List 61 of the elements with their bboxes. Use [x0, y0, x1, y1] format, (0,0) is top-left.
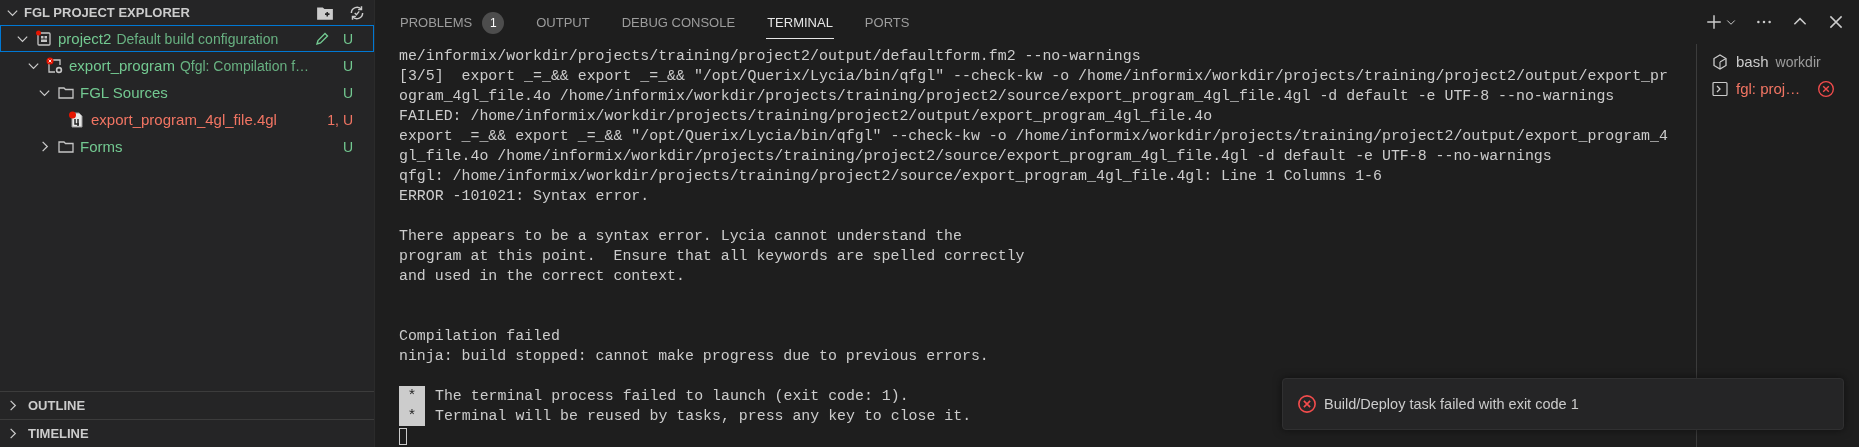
- terminal-item[interactable]: fgl: proj…: [1711, 75, 1859, 102]
- tree-item[interactable]: FGL Sources U: [0, 79, 374, 106]
- notification-message: Build/Deploy task failed with exit code 1: [1324, 396, 1579, 412]
- section-header[interactable]: TIMELINE: [0, 419, 374, 447]
- terminal-item[interactable]: bash workdir: [1711, 48, 1859, 75]
- terminal-icon: [1711, 79, 1729, 98]
- terminal-name: fgl: proj…: [1736, 80, 1801, 97]
- status-decoration: U: [342, 138, 353, 155]
- panel-tab[interactable]: PROBLEMS 1: [399, 1, 506, 43]
- gear-file-error-icon: [46, 56, 64, 75]
- explorer-title: FGL PROJECT EXPLORER: [24, 5, 190, 20]
- item-label: FGL Sources: [80, 84, 168, 101]
- tree-item[interactable]: export_program_4gl_file.4gl 1, U: [0, 106, 374, 133]
- terminal-line: ogram_4gl_file.4o /home/informix/workdir/projects/training/project2/source/export_program_4gl_file.4gl -d default -e UTF-8 --no-warnings: [399, 87, 1615, 106]
- pencil-icon[interactable]: [313, 30, 330, 47]
- terminal-line: program at this point. Ensure that all keywords are spelled correctly: [399, 247, 1025, 266]
- terminal-line: export _=_&& export _=_&& "/opt/Querix/Lycia/bin/qfgl" --check-kw -o /home/informix/workdir/projects/training/project2/output/export_program_4: [399, 127, 1668, 146]
- cube-icon: [1711, 52, 1729, 71]
- terminal-line: ninja: build stopped: cannot make progress due to previous errors.: [399, 347, 989, 366]
- chip-error-icon: [35, 29, 53, 48]
- panel-tab[interactable]: OUTPUT: [535, 5, 591, 39]
- item-description: Qfgl: Compilation f…: [179, 57, 310, 74]
- terminal-name: bash: [1736, 53, 1769, 70]
- terminal-line: gl_file.4o /home/informix/workdir/projects/training/project2/source/export_program_4gl_file.4gl -d default -e UTF-8 --no-warnings: [399, 147, 1552, 166]
- error-icon: [1297, 394, 1317, 414]
- item-label: export_program_4gl_file.4gl: [91, 111, 277, 128]
- cursor: [399, 427, 407, 445]
- terminal-line: me/informix/workdir/projects/training/project2/output/defaultform.fm2 --no-warnings: [399, 47, 1141, 66]
- tree-item[interactable]: export_program Qfgl: Compilation f… U: [0, 52, 374, 79]
- item-label: Forms: [80, 138, 123, 155]
- terminal-line: Terminal will be reused by tasks, press any key to close it.: [435, 407, 972, 426]
- panel-tab[interactable]: PORTS: [863, 5, 911, 39]
- tree-item[interactable]: project2 Default build configuration U: [0, 25, 374, 52]
- status-decoration: U: [342, 84, 353, 101]
- item-description: Default build configuration: [116, 30, 279, 47]
- terminal-line: ERROR -101021: Syntax error.: [399, 187, 650, 206]
- status-decoration: U: [342, 57, 353, 74]
- terminal-line: The terminal process failed to launch (exit code: 1).: [435, 387, 909, 406]
- terminal-line: qfgl: /home/informix/workdir/projects/training/project2/source/export_program_4gl_file.4gl: Line 1 Columns 1-6: [399, 167, 1382, 186]
- item-label: export_program: [69, 57, 175, 74]
- terminal-line: and used in the correct context.: [399, 267, 685, 286]
- marker-block: *: [399, 406, 425, 426]
- marker-block: *: [399, 386, 425, 406]
- plus-icon[interactable]: [1705, 13, 1723, 31]
- item-label: project2: [58, 30, 112, 47]
- terminal-line: FAILED: /home/informix/workdir/projects/training/project2/output/export_program_4gl_file.4o: [399, 107, 1213, 126]
- tree-item[interactable]: Forms U: [0, 133, 374, 160]
- close-icon[interactable]: [1827, 13, 1845, 31]
- count-badge: 1: [482, 11, 505, 34]
- terminal-line: Compilation failed: [399, 327, 560, 346]
- refresh-icon[interactable]: [348, 3, 366, 22]
- terminal-line: [3/5] export _=_&& export _=_&& "/opt/Querix/Lycia/bin/qfgl" --check-kw -o /home/informix/workdir/projects/training/project2/output/export_pr: [399, 67, 1668, 86]
- section-header[interactable]: OUTLINE: [0, 391, 374, 419]
- status-decoration: 1, U: [327, 111, 353, 128]
- panel-tab[interactable]: DEBUG CONSOLE: [620, 5, 737, 39]
- terminal-line: There appears to be a syntax error. Lycia cannot understand the: [399, 227, 962, 246]
- file-error-icon: [68, 110, 86, 129]
- terminal-detail: workdir: [1775, 53, 1821, 70]
- panel-tab[interactable]: TERMINAL: [766, 5, 834, 39]
- error-icon: [1817, 79, 1836, 98]
- status-decoration: U: [342, 30, 353, 47]
